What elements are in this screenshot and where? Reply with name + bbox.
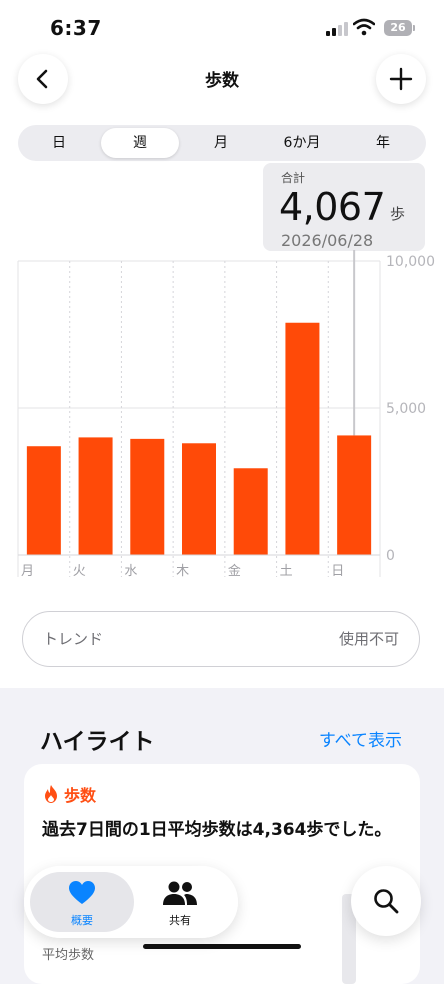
bar-6[interactable] [337,435,372,555]
segment-6-months[interactable]: 6か月 [263,128,341,158]
bar-1[interactable] [78,437,113,555]
home-indicator [143,944,301,949]
x-tick-label: 金 [228,563,241,579]
x-tick-label: 木 [176,564,189,579]
signal-icon [326,20,348,36]
flame-icon [45,785,57,803]
segment-year[interactable]: 年 [344,128,422,158]
card-category: 歩数 [64,786,97,805]
tab-summary[interactable]: 概要 [30,872,134,932]
x-tick-label: 月 [21,564,34,579]
battery-cap [413,25,415,31]
x-tick-label: 日 [331,564,344,579]
bar-5[interactable] [285,322,320,555]
trend-value: 使用不可 [338,630,399,648]
tab-bar: 概要 共有 [24,866,238,938]
tab-sharing-label: 共有 [169,914,191,927]
status-time: 6:37 [50,16,102,40]
bar-4[interactable] [233,468,268,555]
card-header: 歩数 [42,782,96,806]
bar-3[interactable] [182,443,216,555]
show-all-link[interactable]: すべて表示 [319,726,402,751]
card-subtitle: 平均歩数 [42,948,95,963]
x-tick-label: 土 [280,564,293,579]
y-tick-label: 0 [386,548,395,564]
tooltip-unit: 歩 [390,205,406,223]
x-tick-label: 水 [124,564,137,579]
wifi-icon [353,18,375,36]
tooltip-label: 合計 [281,171,306,185]
tooltip-value: 4,067 [279,185,386,229]
plus-icon [389,67,413,91]
navigation-bar: 歩数 [0,52,444,112]
x-tick-label: 火 [73,564,86,579]
trend-label: トレンド [43,630,104,648]
search-button[interactable] [351,866,421,936]
y-tick-label: 10,000 [386,254,435,270]
card-text: 過去7日間の1日平均歩数は4,364歩でした。 [42,820,392,840]
y-tick-label: 5,000 [386,401,426,417]
steps-bar-chart[interactable]: 0 5,000 10,000 月 火 水 木 金 土 日 [0,250,444,590]
heart-icon [69,881,95,904]
battery-icon: 26 [384,20,412,36]
tab-summary-label: 概要 [71,914,93,927]
segment-month[interactable]: 月 [182,128,260,158]
trend-row[interactable]: トレンド 使用不可 [22,611,420,667]
segment-day[interactable]: 日 [20,128,98,158]
tab-sharing[interactable]: 共有 [128,872,232,932]
add-data-button[interactable] [376,54,426,104]
bar-0[interactable] [26,446,61,555]
period-segmented-control: 日 週 月 6か月 年 [18,125,426,161]
segment-week[interactable]: 週 [101,128,179,158]
bar-2[interactable] [130,438,165,555]
selected-value-tooltip: 合計 4,067 歩 2026/06/28 [263,163,425,251]
highlights-title: ハイライト [40,729,155,755]
people-icon [163,881,197,905]
tooltip-date: 2026/06/28 [281,231,374,250]
search-icon [374,889,399,914]
status-bar: 6:37 26 [0,0,444,58]
